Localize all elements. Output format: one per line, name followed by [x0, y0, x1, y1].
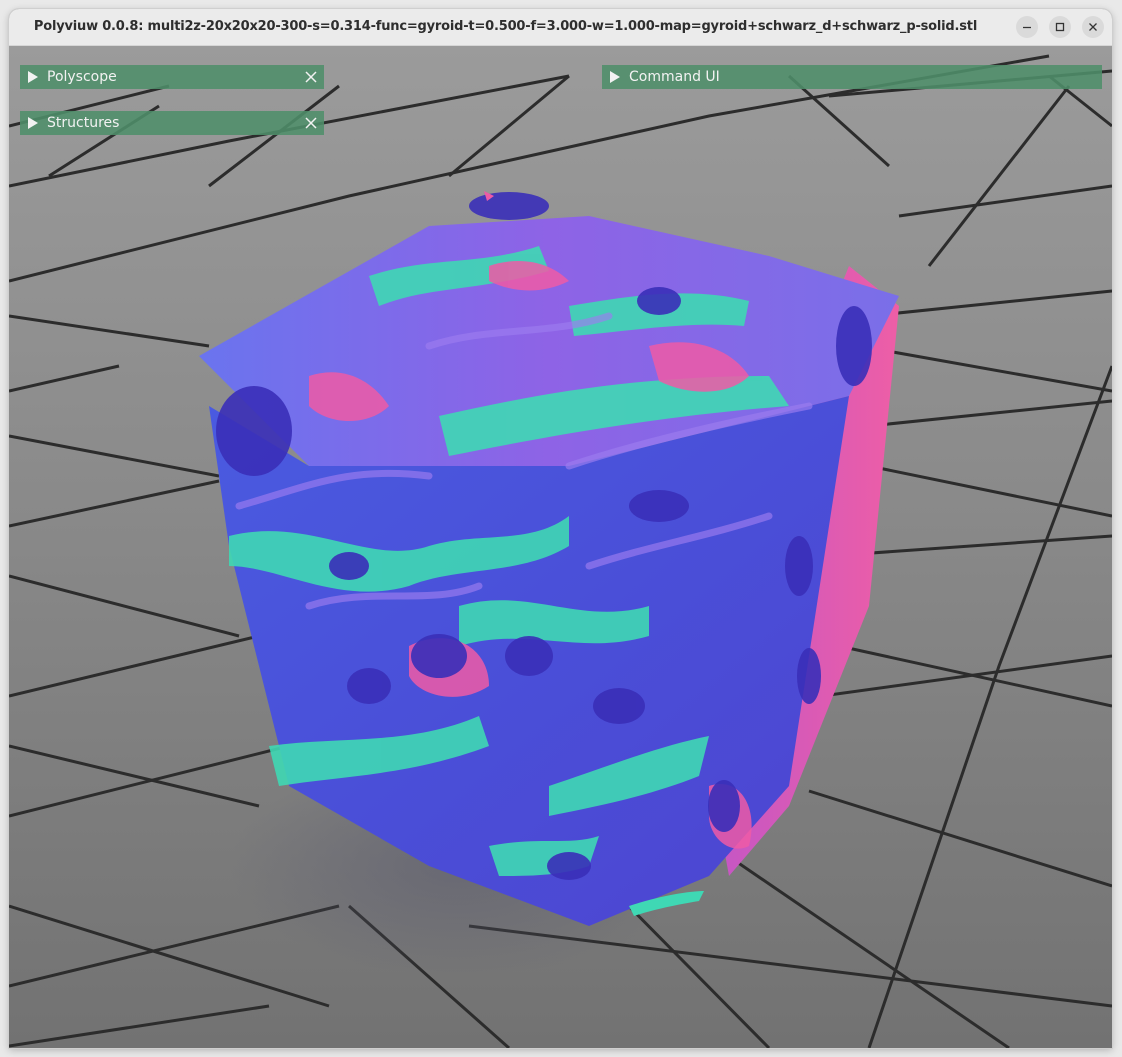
expand-triangle-icon[interactable] [28, 117, 38, 129]
scene-render [9, 46, 1112, 1048]
maximize-button[interactable] [1049, 16, 1071, 38]
command-ui-panel[interactable]: Command UI [602, 65, 1102, 89]
close-icon[interactable] [304, 116, 318, 130]
expand-triangle-icon[interactable] [28, 71, 38, 83]
app-window: Polyviuw 0.0.8: multi2z-20x20x20-300-s=0… [9, 9, 1112, 1048]
title-bar[interactable]: Polyviuw 0.0.8: multi2z-20x20x20-300-s=0… [9, 9, 1112, 46]
minimize-button[interactable] [1016, 16, 1038, 38]
expand-triangle-icon[interactable] [610, 71, 620, 83]
close-icon[interactable] [304, 70, 318, 84]
structures-panel[interactable]: Structures [20, 111, 324, 135]
close-button[interactable] [1082, 16, 1104, 38]
maximize-icon [1055, 22, 1065, 32]
command-ui-panel-label: Command UI [629, 69, 720, 85]
3d-viewport[interactable]: Polyscope Structures Command UI [9, 46, 1112, 1048]
structures-panel-label: Structures [47, 115, 120, 131]
polyscope-panel-label: Polyscope [47, 69, 117, 85]
close-icon [1089, 23, 1097, 31]
polyscope-panel[interactable]: Polyscope [20, 65, 324, 89]
minimize-icon [1023, 26, 1031, 29]
window-title: Polyviuw 0.0.8: multi2z-20x20x20-300-s=0… [33, 19, 978, 34]
